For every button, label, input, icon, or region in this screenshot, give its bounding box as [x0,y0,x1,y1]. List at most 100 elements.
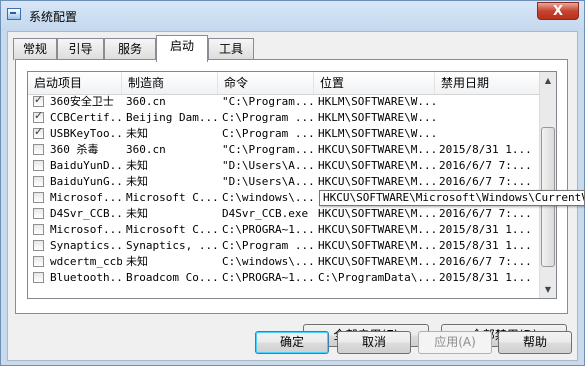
tab-startup[interactable]: 启动 [156,35,208,62]
startup-row[interactable]: Synaptics... Synaptics, ... C:\Program ...… [28,238,540,254]
startup-item-checkbox[interactable] [33,109,44,123]
startup-item-checkbox[interactable] [33,256,44,267]
startup-item-location: C:\ProgramData\... [318,271,435,284]
startup-tab-panel: 启动项目 制造商 命令 位置 禁用日期 360安全卫士 360.cn "C:\Pro… [15,59,568,347]
location-tooltip: HKCU\SOFTWARE\Microsoft\Windows\CurrentV… [319,190,585,206]
startup-item-location: HKLM\SOFTWARE\W... [318,127,435,140]
startup-item-manufacturer: 未知 [126,127,148,140]
startup-item-checkbox[interactable] [33,93,44,107]
startup-item-name: BaiduYunG... [50,175,122,188]
startup-item-disabled-date: 2016/6/7 7:... [439,255,532,268]
startup-item-checkbox[interactable] [33,192,44,203]
startup-item-location: HKCU\SOFTWARE\M... [318,207,435,220]
startup-item-disabled-date: 2015/8/31 1... [439,223,532,236]
startup-item-disabled-date [439,110,540,126]
startup-item-disabled-date: 2016/6/7 7:... [439,207,532,220]
startup-item-location: HKCU\SOFTWARE\M... [318,239,435,252]
startup-item-disabled-date: 2015/8/31 1... [439,143,532,156]
list-header: 启动项目 制造商 命令 位置 禁用日期 [28,72,540,95]
startup-item-name: CCBCertif... [50,111,122,124]
window-title: 系统配置 [29,10,78,24]
startup-item-manufacturer: Microsoft C... [126,223,218,236]
startup-item-checkbox[interactable] [33,160,44,171]
tab-tools[interactable]: 工具 [208,38,254,60]
startup-item-disabled-date [439,94,540,110]
startup-item-location: HKCU\SOFTWARE\M... [318,159,435,172]
startup-item-name: D4Svr_CCB... [50,207,122,220]
column-header-startup-item[interactable]: 启动项目 [28,72,122,94]
startup-item-checkbox[interactable] [33,176,44,187]
startup-item-name: Microsof... [50,223,122,236]
startup-item-manufacturer: 360.cn [126,143,166,156]
startup-item-manufacturer: Broadcom Co... [126,271,218,284]
startup-row[interactable]: BaiduYunD... 未知 "D:\Users\A... HKCU\SOFTWAR… [28,158,540,174]
startup-item-manufacturer: Synaptics, ... [126,239,218,252]
tab-general[interactable]: 常规 [13,38,57,60]
startup-item-checkbox[interactable] [33,224,44,235]
ok-button[interactable]: 确定 [255,331,329,354]
startup-item-name: wdcertm_ccb [50,255,122,268]
msconfig-app-icon [7,8,21,20]
startup-item-name: BaiduYunD... [50,159,122,172]
startup-item-location: HKCU\SOFTWARE\M... [318,175,435,188]
startup-item-command: C:\windows\... [222,191,314,204]
startup-row[interactable]: BaiduYunG... 未知 "D:\Users\A... HKCU\SOFTWAR… [28,174,540,190]
startup-items-list[interactable]: 启动项目 制造商 命令 位置 禁用日期 360安全卫士 360.cn "C:\Pro… [27,71,557,299]
startup-item-manufacturer: Microsoft C... [126,191,218,204]
startup-item-manufacturer: 未知 [126,159,148,172]
startup-item-location: HKCU\SOFTWARE\M... [318,143,435,156]
startup-row[interactable]: Bluetooth... Broadcom Co... C:\PROGRA~1...… [28,270,540,286]
startup-row[interactable]: D4Svr_CCB... 未知 D4Svr_CCB.exe HKCU\SOFTWARE… [28,206,540,222]
startup-item-location: HKCU\SOFTWARE\M... [318,255,435,268]
startup-item-checkbox[interactable] [33,208,44,219]
startup-item-checkbox[interactable] [33,272,44,283]
startup-item-disabled-date: 2016/6/7 7:... [439,159,532,172]
startup-item-location: HKCU\SOFTWARE\M... [318,223,435,236]
startup-item-command: "C:\Program... [222,95,314,108]
startup-item-manufacturer: 未知 [126,207,148,220]
close-button[interactable]: X [537,2,579,20]
title-bar[interactable]: 系统配置 X [1,1,584,31]
vertical-scrollbar[interactable]: ▲ ▼ [539,72,556,298]
startup-row[interactable]: 360安全卫士 360.cn "C:\Program... HKLM\SOFTWARE… [28,93,540,110]
startup-item-checkbox[interactable] [33,144,44,155]
startup-item-command: C:\windows\... [222,255,314,268]
help-button[interactable]: 帮助 [498,331,572,354]
startup-item-command: D4Svr_CCB.exe [222,207,309,220]
startup-item-command: C:\Program ... [222,111,314,124]
apply-button[interactable]: 应用(A) [418,331,492,354]
startup-row[interactable]: Microsof... Microsoft C... C:\PROGRA~1... H… [28,222,540,238]
startup-item-disabled-date: 2016/6/7 7:... [439,175,532,188]
startup-item-command: "D:\Users\A... [222,175,314,188]
startup-item-location: HKLM\SOFTWARE\W... [318,111,435,124]
startup-item-manufacturer: 未知 [126,175,148,188]
column-header-command[interactable]: 命令 [218,72,314,94]
startup-row[interactable]: CCBCertif... Beijing Dam... C:\Program ...… [28,109,540,126]
startup-item-manufacturer: Beijing Dam... [126,111,218,124]
column-header-location[interactable]: 位置 [314,72,435,94]
startup-item-command: C:\Program ... [222,239,314,252]
startup-item-command: "C:\Program... [222,143,314,156]
startup-item-manufacturer: 未知 [126,255,148,268]
startup-item-disabled-date: 2015/8/31 1... [439,271,532,284]
startup-item-command: C:\Program ... [222,127,314,140]
tab-boot[interactable]: 引导 [57,38,104,60]
cancel-button[interactable]: 取消 [337,331,411,354]
startup-item-command: C:\PROGRA~1... [222,271,314,284]
column-header-disabled-date[interactable]: 禁用日期 [435,72,540,94]
startup-row[interactable]: 360 杀毒 360.cn "C:\Program... HKCU\SOFTWARE\… [28,142,540,158]
tab-services[interactable]: 服务 [104,38,156,60]
column-header-manufacturer[interactable]: 制造商 [122,72,218,94]
startup-row[interactable]: wdcertm_ccb 未知 C:\windows\... HKCU\SOFTWARE… [28,254,540,270]
scroll-up-arrow-icon[interactable]: ▲ [541,72,555,89]
startup-item-checkbox[interactable] [33,125,44,139]
scroll-down-arrow-icon[interactable]: ▼ [541,281,555,298]
startup-item-manufacturer: 360.cn [126,95,166,108]
startup-item-location: HKLM\SOFTWARE\W... [318,95,435,108]
startup-item-checkbox[interactable] [33,240,44,251]
startup-item-name: Bluetooth... [50,271,122,284]
startup-row[interactable]: USBKeyToo... 未知 C:\Program ... HKLM\SOFTWAR… [28,125,540,142]
startup-item-command: C:\PROGRA~1... [222,223,314,236]
startup-item-disabled-date [439,126,540,142]
system-config-window: 系统配置 X 常规 引导 服务 启动 工具 启动项目 制造商 命令 位置 禁用日… [0,0,585,366]
